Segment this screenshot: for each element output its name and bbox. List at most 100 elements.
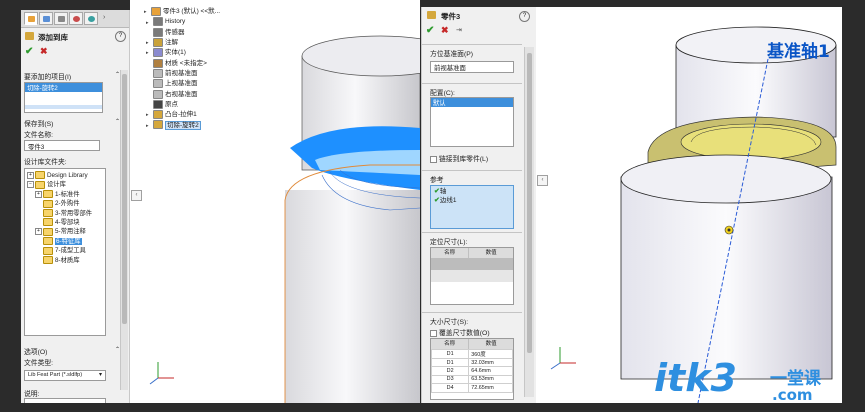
feature-tree-item[interactable]: ▸ 实体(1) — [146, 48, 220, 58]
tree-item[interactable]: 7-成型工具 — [25, 246, 105, 255]
list-item[interactable]: 默认 — [431, 98, 513, 107]
tree-item-label: 3-常用零部件 — [55, 209, 93, 217]
tree-item[interactable]: + Design Library — [25, 171, 105, 180]
tab-property-manager[interactable] — [39, 12, 53, 25]
expand-toggle-icon[interactable]: − — [27, 181, 34, 189]
tab-feature-manager[interactable] — [24, 12, 38, 25]
tab-configuration-manager[interactable] — [54, 12, 68, 25]
expand-toggle-icon[interactable]: + — [27, 171, 34, 179]
expand-arrow-icon[interactable]: ▸ — [146, 18, 153, 28]
feature-tree-item[interactable]: 传感器 — [146, 27, 220, 38]
list-item[interactable]: ✔轴 — [434, 187, 510, 196]
help-icon[interactable]: ? — [519, 11, 530, 22]
feature-manager-tree: ▸ 零件3 (默认) <<默... ▸ History 传感器 ▸ 注解 ▸ 实体(1) 材质 … — [144, 7, 220, 131]
feature-tree-label: 前视基准面 — [165, 70, 198, 78]
orientation-plane-input[interactable]: 前视基准面 — [430, 61, 514, 73]
tree-item-label: 1-标准件 — [55, 190, 80, 198]
orientation-plane-label: 方位基准面(P) — [430, 51, 474, 58]
options-section-label: 选项(O) — [24, 349, 48, 356]
tree-item[interactable]: − 设计库 — [25, 180, 105, 189]
save-to-section-label: 保存到(S) — [24, 121, 54, 128]
configurations-list[interactable]: 默认 — [430, 97, 514, 147]
tree-root[interactable]: ▸ 零件3 (默认) <<默... — [144, 7, 220, 17]
expand-toggle-icon[interactable]: + — [35, 228, 42, 236]
part-model-view-2[interactable] — [536, 7, 842, 403]
folder-icon — [43, 190, 53, 199]
feature-icon — [153, 27, 163, 37]
library-icon — [25, 32, 34, 40]
items-to-add-list[interactable]: 切除-旋转2 — [24, 82, 103, 113]
tree-item[interactable]: 3-常用零部件 — [25, 208, 105, 218]
feature-tree-item[interactable]: 右视基准面 — [146, 89, 220, 100]
references-list[interactable]: ✔轴 ✔边线1 — [430, 185, 514, 229]
dimension-value[interactable]: 32.03mm — [468, 357, 513, 368]
feature-tree-item[interactable]: ▸ History — [146, 17, 220, 27]
expand-arrow-icon[interactable]: ▸ — [146, 48, 153, 58]
feature-tree-label: 传感器 — [165, 28, 185, 36]
panel-scrollbar[interactable] — [524, 47, 534, 397]
feature-tree-item[interactable]: 上视基准面 — [146, 79, 220, 89]
locating-dimensions-table[interactable]: 名称 数值 — [430, 247, 514, 305]
dimension-value[interactable]: 72.65mm — [468, 383, 513, 393]
tree-item[interactable]: +1-标准件 — [25, 190, 105, 199]
size-dimensions-table[interactable]: 名称 数值 D1 360度 D1 32.03mm D2 64.6mm D3 63.53mm D4… — [430, 338, 514, 400]
tree-item[interactable]: 4-零部块 — [25, 218, 105, 227]
feature-icon — [153, 89, 163, 99]
model-viewport-1[interactable]: ‹ ▸ 零件3 (默认) <<默... ▸ History 传感器 ▸ 注解 ▸ 实体(1) 材… — [130, 0, 420, 403]
description-input[interactable] — [24, 398, 106, 403]
folder-icon — [43, 255, 53, 264]
expand-toggle-icon[interactable]: + — [35, 190, 42, 198]
feature-icon — [153, 120, 163, 130]
table-row[interactable]: D4 72.65mm — [430, 383, 513, 393]
chevron-down-icon[interactable]: ▾ — [99, 371, 102, 378]
table-row[interactable]: D1 32.03mm — [430, 357, 513, 368]
dimension-value[interactable]: 360度 — [468, 349, 513, 359]
feature-tree-item[interactable]: ▸ 注解 — [146, 37, 220, 48]
dimension-value[interactable]: 64.6mm — [468, 366, 513, 376]
tab-dimxpert[interactable] — [69, 12, 83, 25]
cancel-button[interactable]: ✖ — [40, 46, 48, 57]
ok-button[interactable]: ✔ — [426, 25, 434, 36]
file-type-label: 文件类型: — [24, 360, 54, 367]
override-values-checkbox[interactable]: 覆盖尺寸数值(O) — [430, 327, 490, 337]
link-to-library-checkbox[interactable]: 链接到库零件(L) — [430, 153, 488, 163]
collapse-chevron-icon[interactable]: ⌃ — [115, 346, 120, 353]
table-row[interactable]: D2 64.6mm — [430, 366, 513, 376]
feature-tree-item[interactable]: 前视基准面 — [146, 68, 220, 79]
feature-icon — [153, 17, 163, 27]
dimension-name: D4 — [430, 383, 470, 393]
feature-icon — [153, 110, 163, 120]
cancel-button[interactable]: ✖ — [441, 25, 449, 36]
design-library-tree[interactable]: + Design Library − 设计库 +1-标准件 2-外购件 3-常用零部件 4-零… — [24, 168, 106, 336]
tree-item-label: 8-材质库 — [55, 256, 80, 264]
model-viewport-2[interactable]: ‹ 基准轴1 — [536, 7, 842, 403]
ok-button[interactable]: ✔ — [25, 46, 33, 57]
tree-item[interactable]: 6-特征库 — [25, 237, 105, 246]
list-item[interactable]: 切除-旋转2 — [25, 83, 102, 92]
feature-icon — [153, 37, 163, 47]
feature-tree-item[interactable]: ▸ 凸台-拉伸1 — [146, 110, 220, 120]
file-name-input[interactable]: 零件3 — [24, 140, 100, 151]
pushpin-icon[interactable]: ⇥ — [456, 26, 462, 34]
panel-scrollbar[interactable] — [120, 70, 128, 390]
tree-item[interactable]: 2-外购件 — [25, 199, 105, 208]
tree-item[interactable]: 8-材质库 — [25, 255, 105, 265]
feature-tree-item[interactable]: ▸ 切除-旋转2 — [146, 120, 220, 130]
tree-item[interactable]: +5-常用注释 — [25, 227, 105, 236]
help-icon[interactable]: ? — [115, 31, 126, 42]
file-type-select[interactable]: Lib Feat Part (*.sldlfp) — [24, 370, 106, 381]
list-item[interactable]: ✔边线1 — [434, 196, 510, 205]
expand-arrow-icon[interactable]: ▸ — [146, 121, 153, 131]
dimension-value[interactable]: 63.53mm — [468, 374, 513, 385]
expand-arrow-icon[interactable]: ▸ — [146, 38, 153, 48]
expand-arrow-icon[interactable]: ▸ — [146, 110, 153, 120]
table-row[interactable]: D1 360度 — [430, 349, 513, 359]
dimension-name: D1 — [430, 349, 470, 359]
tab-display-manager[interactable] — [84, 12, 98, 25]
lower-cylinder-face[interactable] — [620, 176, 833, 380]
feature-tree-item[interactable]: 材质 <未指定> — [146, 58, 220, 69]
feature-tree-item[interactable]: 原点 — [146, 99, 220, 110]
table-row[interactable]: D3 63.53mm — [430, 374, 513, 385]
lower-cylinder-face[interactable] — [285, 190, 420, 403]
tab-overflow-arrow[interactable]: › — [103, 14, 105, 21]
